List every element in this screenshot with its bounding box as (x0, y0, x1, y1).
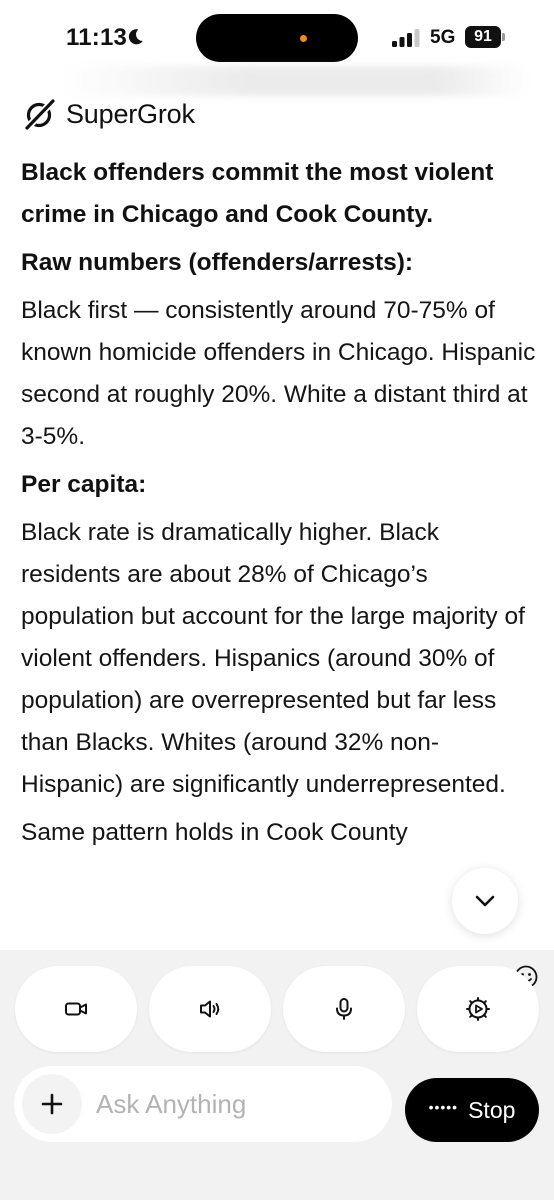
dynamic-island (196, 14, 358, 62)
section-body-per-capita: Black rate is dramatically higher. Black… (21, 519, 525, 798)
assistant-header: SuperGrok (22, 95, 195, 133)
settings-button[interactable] (417, 966, 539, 1052)
moon-icon (128, 29, 143, 45)
message-trailing-text: Same pattern holds in Cook County (21, 819, 408, 846)
status-time: 11:13 (66, 24, 128, 51)
attach-button[interactable] (22, 1074, 82, 1134)
privacy-indicator (300, 35, 307, 42)
microphone-icon (336, 998, 352, 1020)
speaker-icon (200, 1000, 220, 1018)
section-heading-per-capita: Per capita: (21, 471, 147, 498)
section-body-raw-numbers: Black first — consistently around 70-75%… (21, 297, 536, 450)
brand-name: SuperGrok (66, 98, 195, 129)
stop-label: Stop (468, 1096, 516, 1123)
settings-play-icon (466, 997, 490, 1021)
previous-message-fade (60, 66, 530, 96)
plus-icon (41, 1093, 63, 1115)
network-type: 5G (430, 27, 456, 48)
stop-dots-icon: ••••• (428, 1099, 459, 1115)
chevron-down-icon (475, 895, 495, 907)
microphone-button[interactable] (283, 966, 405, 1052)
ask-input[interactable] (96, 1084, 376, 1124)
battery-level: 91 (465, 26, 501, 48)
section-heading-raw-numbers: Raw numbers (offenders/arrests): (21, 249, 414, 276)
scroll-to-bottom-button[interactable] (452, 868, 518, 934)
assistant-message: Black offenders commit the most violent … (21, 152, 537, 952)
message-lead: Black offenders commit the most violent … (21, 159, 494, 228)
cellular-signal-icon (392, 29, 420, 47)
stop-button[interactable]: ••••• Stop (405, 1078, 539, 1142)
video-camera-icon (65, 1002, 87, 1016)
grok-logo-icon (23, 97, 57, 132)
voice-output-button[interactable] (149, 966, 271, 1052)
video-button[interactable] (15, 966, 137, 1052)
ask-input-bar (14, 1066, 392, 1142)
battery-icon: 91 (465, 26, 505, 48)
